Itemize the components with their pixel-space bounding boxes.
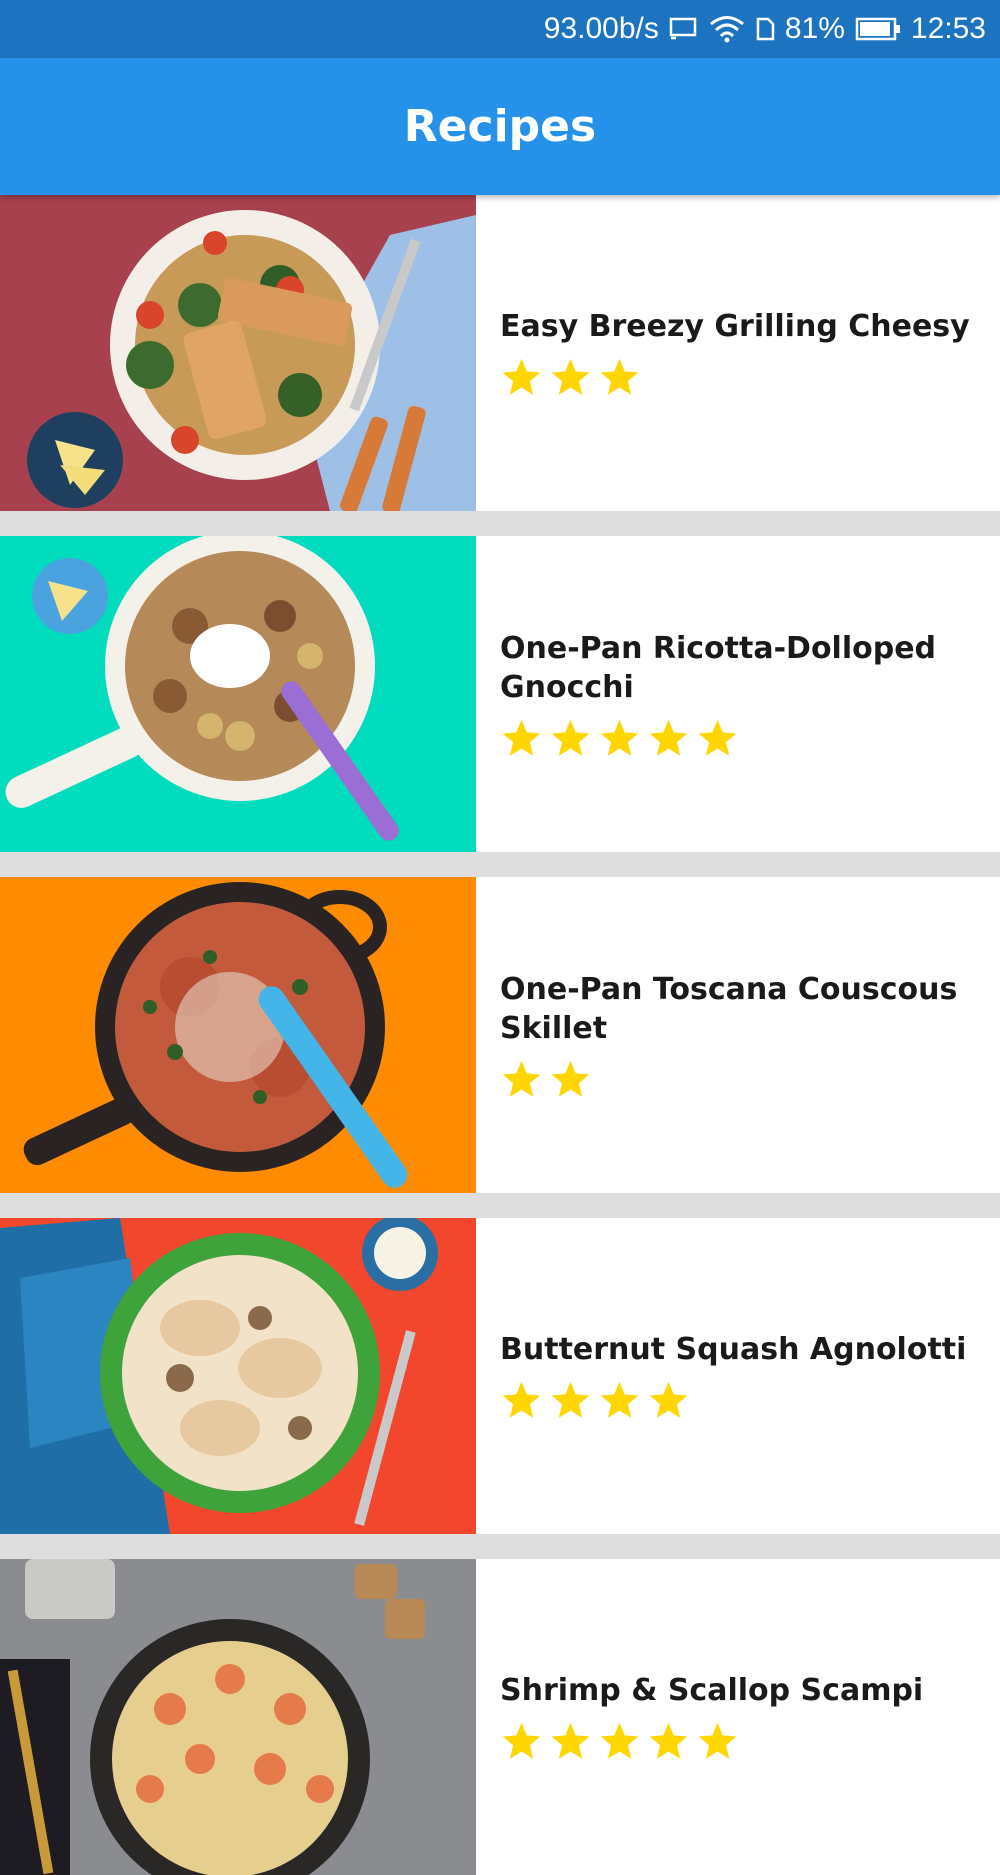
recipe-image [0, 1218, 476, 1534]
star-icon [502, 358, 541, 395]
rating-stars [500, 1720, 980, 1763]
recipe-card[interactable]: One-Pan Ricotta-Dolloped Gnocchi [0, 536, 1000, 852]
star-icon [600, 719, 639, 756]
rating-stars [500, 717, 980, 760]
battery-icon [855, 17, 901, 41]
star-icon [649, 1381, 688, 1418]
recipe-name: Butternut Squash Agnolotti [500, 1332, 967, 1367]
recipe-image [0, 1559, 476, 1875]
recipe-image [0, 195, 476, 511]
recipe-card[interactable]: Easy Breezy Grilling Cheesy [0, 195, 1000, 511]
cast-icon [669, 16, 699, 42]
recipe-name: One-Pan Toscana Couscous Skillet [500, 971, 958, 1046]
star-icon [551, 1722, 590, 1759]
app-bar: Recipes [0, 58, 1000, 195]
star-icon [600, 1381, 639, 1418]
star-icon [600, 1722, 639, 1759]
star-icon [600, 358, 639, 395]
sim-icon [755, 16, 775, 42]
recipe-name: Easy Breezy Grilling Cheesy [500, 309, 970, 344]
recipe-info: Shrimp & Scallop Scampi [476, 1559, 1000, 1875]
recipe-info: Butternut Squash Agnolotti [476, 1218, 1000, 1534]
star-icon [551, 719, 590, 756]
recipe-image [0, 536, 476, 852]
recipe-info: One-Pan Toscana Couscous Skillet [476, 877, 1000, 1193]
recipe-card[interactable]: Butternut Squash Agnolotti [0, 1218, 1000, 1534]
page-title: Recipes [403, 101, 597, 152]
recipe-name: Shrimp & Scallop Scampi [500, 1673, 924, 1708]
clock: 12:53 [910, 12, 986, 45]
rating-stars [500, 1379, 980, 1422]
star-icon [502, 719, 541, 756]
recipe-image [0, 877, 476, 1193]
status-bar: 93.00b/s 81% 12:53 [0, 0, 1000, 58]
battery-percent: 81% [784, 12, 845, 45]
recipe-card[interactable]: One-Pan Toscana Couscous Skillet [0, 877, 1000, 1193]
recipe-name: One-Pan Ricotta-Dolloped Gnocchi [500, 630, 937, 705]
recipe-info: Easy Breezy Grilling Cheesy [476, 195, 1000, 511]
star-icon [502, 1722, 541, 1759]
star-icon [649, 719, 688, 756]
star-icon [551, 1060, 590, 1097]
star-icon [698, 1722, 737, 1759]
recipe-card[interactable]: Shrimp & Scallop Scampi [0, 1559, 1000, 1875]
star-icon [698, 719, 737, 756]
star-icon [502, 1381, 541, 1418]
rating-stars [500, 1058, 980, 1101]
star-icon [502, 1060, 541, 1097]
star-icon [649, 1722, 688, 1759]
network-speed: 93.00b/s [543, 12, 659, 45]
star-icon [551, 358, 590, 395]
star-icon [551, 1381, 590, 1418]
wifi-icon [709, 15, 745, 43]
recipe-info: One-Pan Ricotta-Dolloped Gnocchi [476, 536, 1000, 852]
rating-stars [500, 356, 980, 399]
